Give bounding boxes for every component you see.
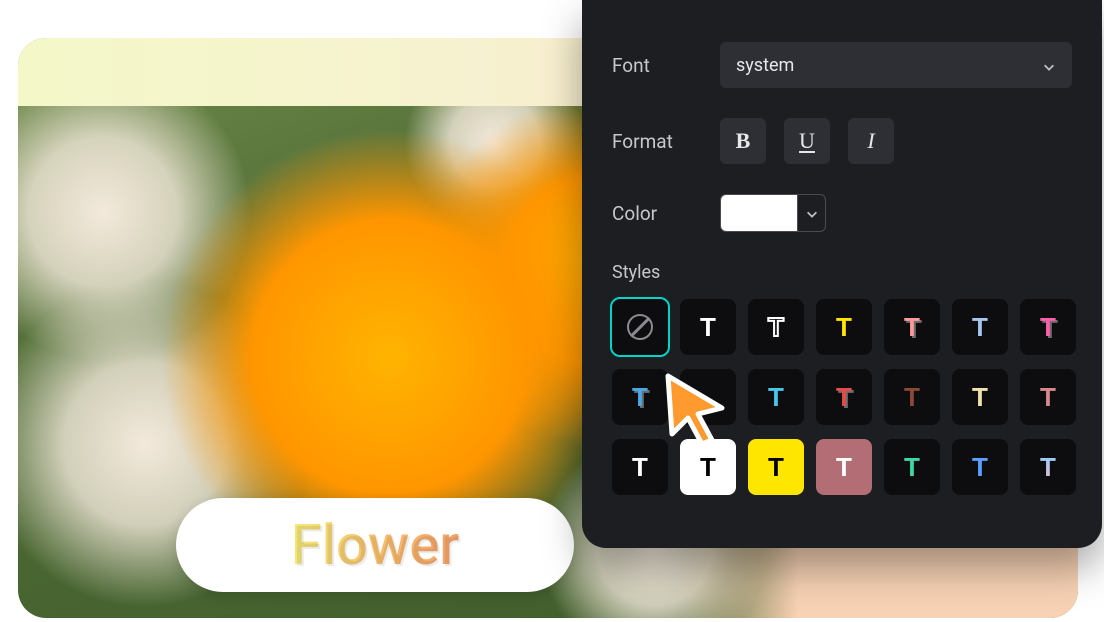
style-tile-bg-black[interactable]: T	[612, 439, 668, 495]
color-row: Color	[612, 194, 1072, 232]
style-tile-red-out[interactable]: T	[816, 369, 872, 425]
chevron-down-icon	[805, 206, 819, 220]
style-tile-cyan[interactable]: T	[748, 369, 804, 425]
style-tile-brown[interactable]: T	[884, 369, 940, 425]
color-label: Color	[612, 202, 720, 225]
font-select[interactable]: system	[720, 42, 1072, 88]
style-glyph: T	[972, 382, 988, 413]
style-tile-yellow[interactable]: T	[816, 299, 872, 355]
style-tile-blue2[interactable]: T	[952, 439, 1008, 495]
style-glyph: T	[836, 452, 852, 483]
style-tile-none[interactable]	[612, 299, 668, 355]
style-glyph: T	[972, 452, 988, 483]
style-tile-mint[interactable]: T	[884, 439, 940, 495]
style-glyph: T	[768, 312, 784, 343]
style-tile-bg-mauve[interactable]: T	[816, 439, 872, 495]
style-glyph: T	[1040, 312, 1056, 343]
style-glyph: T	[632, 382, 648, 413]
format-label: Format	[612, 130, 720, 153]
style-tile-ltblue[interactable]: T	[952, 299, 1008, 355]
style-glyph: T	[700, 452, 716, 483]
style-glyph: T	[904, 312, 920, 343]
color-dropdown-button[interactable]	[797, 195, 825, 231]
canvas-text-element[interactable]: Flower	[176, 498, 574, 592]
italic-button[interactable]: I	[848, 118, 894, 164]
style-tile-magenta-sh[interactable]: T	[1020, 299, 1076, 355]
style-glyph: T	[904, 452, 920, 483]
style-glyph: T	[836, 312, 852, 343]
style-glyph: T	[1040, 382, 1056, 413]
font-select-value: system	[736, 55, 794, 76]
style-tile-solid-white[interactable]: T	[680, 299, 736, 355]
style-glyph: T	[768, 382, 784, 413]
canvas-text-label: Flower	[291, 512, 459, 578]
color-swatch	[721, 195, 797, 231]
chevron-down-icon	[1042, 58, 1056, 72]
style-glyph: T	[904, 382, 920, 413]
none-icon	[627, 314, 653, 340]
font-label: Font	[612, 54, 720, 77]
format-row: Format B U I	[612, 118, 1072, 164]
style-glyph: T	[632, 452, 648, 483]
bold-button[interactable]: B	[720, 118, 766, 164]
style-tile-pink-sh[interactable]: T	[884, 299, 940, 355]
style-tile-blue-out[interactable]: T	[612, 369, 668, 425]
styles-grid: T T T T T T T T T T T T T T T T T T T	[612, 299, 1072, 495]
style-glyph: T	[1040, 452, 1056, 483]
font-row: Font system	[612, 42, 1072, 88]
style-tile-bg-white[interactable]: T	[680, 439, 736, 495]
style-glyph: T	[700, 312, 716, 343]
text-style-panel: Font system Format B U I Color	[582, 0, 1102, 548]
style-glyph: T	[972, 312, 988, 343]
style-tile-hidden-cur[interactable]	[680, 369, 736, 425]
app-stage: Flower Font system Format B U I Color	[0, 0, 1104, 622]
canvas-bottom-strip	[678, 538, 1078, 618]
style-tile-cream[interactable]: T	[952, 369, 1008, 425]
format-button-group: B U I	[720, 118, 894, 164]
style-tile-rose[interactable]: T	[1020, 369, 1076, 425]
styles-label: Styles	[612, 262, 1072, 283]
style-glyph: T	[836, 382, 852, 413]
style-glyph: T	[768, 452, 784, 483]
color-picker[interactable]	[720, 194, 826, 232]
style-tile-bg-yellow[interactable]: T	[748, 439, 804, 495]
style-tile-outline-wh[interactable]: T	[748, 299, 804, 355]
underline-button[interactable]: U	[784, 118, 830, 164]
style-tile-grad[interactable]: T	[1020, 439, 1076, 495]
